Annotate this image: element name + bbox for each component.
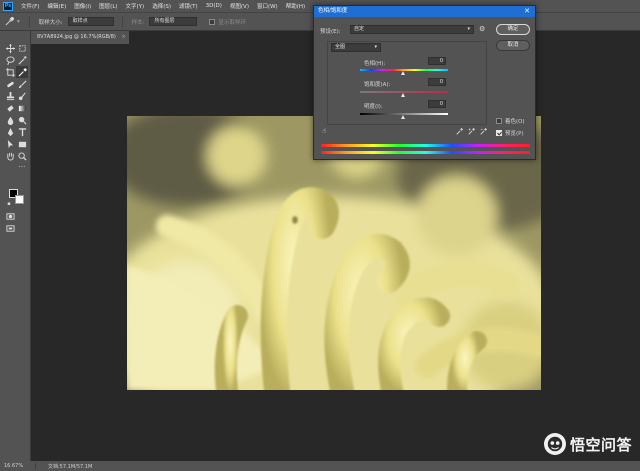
tool-preset-dropdown-icon[interactable]: ▾ [17, 19, 20, 25]
dialog-title-bar[interactable]: 色相/饱和度 ✕ [314, 6, 535, 17]
hue-value-field[interactable]: 0 [428, 57, 446, 65]
chevron-down-icon: ▾ [467, 26, 470, 32]
dialog-title: 色相/饱和度 [318, 8, 348, 14]
photoshop-logo: Ps [3, 1, 13, 11]
wukong-logo-icon [543, 433, 566, 455]
colorize-label: 着色(O) [505, 119, 525, 125]
preset-label: 预设(E): [320, 29, 341, 35]
menu-type[interactable]: 文字(Y) [122, 2, 149, 10]
menu-filter[interactable]: 滤镜(T) [175, 2, 202, 10]
document-tab-title: 8V7A8924.jpg @ 16.7%(RGB/8) [37, 34, 116, 40]
add-to-sample-eyedropper-icon[interactable] [468, 128, 475, 135]
zoom-level[interactable]: 16.67% [0, 463, 36, 469]
input-color-bar [321, 144, 530, 147]
menu-layer[interactable]: 图层(L) [95, 2, 121, 10]
show-ring-label: 显示取样环 [218, 19, 246, 26]
watermark-text: 悟空问答 [569, 435, 632, 454]
menu-file[interactable]: 文件(F) [17, 2, 43, 10]
magic-wand-icon[interactable] [17, 55, 27, 65]
eraser-tool-icon[interactable] [5, 103, 15, 113]
crop-tool-icon[interactable] [5, 67, 15, 77]
dodge-tool-icon[interactable] [17, 115, 27, 125]
document-tab[interactable]: 8V7A8924.jpg @ 16.7%(RGB/8) × [31, 31, 129, 44]
gradient-tool-icon[interactable] [17, 103, 27, 113]
hand-tool-icon[interactable] [5, 151, 15, 161]
sample-layers-select[interactable]: 所有图层 [149, 17, 198, 26]
background-color-swatch[interactable] [15, 195, 24, 204]
more-tools-icon[interactable]: ··· [17, 162, 27, 172]
quick-mask-icon[interactable] [5, 211, 15, 221]
hue-saturation-dialog: 色相/饱和度 ✕ 预设(E): 自定 ▾ ⚙ 确定 取消 全图 ▾ 色相(H):… [313, 5, 536, 160]
hue-label: 色相(H): [364, 61, 386, 67]
targeted-adjustment-hand-icon[interactable]: ☝ [322, 127, 326, 135]
menu-select[interactable]: 选择(S) [148, 2, 175, 10]
lasso-tool-icon[interactable] [5, 55, 15, 65]
menu-3d[interactable]: 3D(D) [202, 3, 226, 9]
subtract-from-sample-eyedropper-icon[interactable] [480, 128, 487, 135]
eyedropper-tool-icon[interactable] [16, 66, 28, 78]
chevron-down-icon: ▾ [374, 44, 377, 50]
menu-help[interactable]: 帮助(H) [282, 2, 309, 10]
sample-size-select[interactable]: 取样点 [67, 17, 114, 26]
saturation-value-field[interactable]: 0 [428, 78, 446, 86]
cancel-button[interactable]: 取消 [496, 40, 530, 51]
output-color-bar [321, 151, 530, 154]
blur-tool-icon[interactable] [5, 115, 15, 125]
menu-image[interactable]: 图像(I) [70, 2, 95, 10]
close-icon[interactable]: ✕ [524, 6, 530, 17]
preview-checkbox[interactable] [496, 130, 502, 136]
preset-select[interactable]: 自定 ▾ [350, 25, 474, 34]
channel-select[interactable]: 全图 ▾ [331, 43, 381, 52]
move-tool-icon[interactable] [5, 43, 15, 53]
document-size: 文档:57.1M/57.1M [48, 463, 93, 470]
watermark: 悟空问答 [543, 433, 632, 455]
saturation-slider-thumb[interactable] [401, 93, 405, 97]
history-brush-icon[interactable] [17, 91, 27, 101]
menu-edit[interactable]: 编辑(E) [43, 2, 70, 10]
artboard-tool-icon[interactable] [17, 43, 27, 53]
screen-mode-icon[interactable] [5, 223, 15, 233]
close-tab-icon[interactable]: × [121, 31, 125, 44]
sample-layers-label: 样本: [131, 19, 145, 26]
sample-size-label: 取样大小: [38, 19, 63, 26]
colorize-checkbox[interactable] [496, 118, 502, 124]
saturation-label: 饱和度(A): [364, 82, 391, 88]
pen-tool-icon[interactable] [5, 127, 15, 137]
healing-brush-icon[interactable] [5, 79, 15, 89]
brush-tool-icon[interactable] [17, 79, 27, 89]
hue-slider-thumb[interactable] [401, 71, 405, 75]
zoom-tool-icon[interactable] [17, 151, 27, 161]
rectangle-tool-icon[interactable] [17, 139, 27, 149]
lightness-slider-thumb[interactable] [401, 115, 405, 119]
preset-options-gear-icon[interactable]: ⚙ [479, 25, 485, 33]
tools-panel: ··· ▪ [0, 31, 31, 461]
options-divider [121, 15, 123, 28]
lightness-value-field[interactable]: 0 [428, 100, 446, 108]
lightness-label: 明度(I): [364, 104, 383, 110]
menu-view[interactable]: 视图(V) [226, 2, 253, 10]
path-selection-icon[interactable] [5, 139, 15, 149]
eyedropper-icon[interactable] [456, 128, 463, 135]
ok-button[interactable]: 确定 [496, 24, 530, 35]
clone-stamp-icon[interactable] [5, 91, 15, 101]
preset-value: 自定 [354, 26, 365, 32]
options-divider [28, 15, 30, 28]
type-tool-icon[interactable] [17, 127, 27, 137]
menu-window[interactable]: 窗口(W) [253, 2, 282, 10]
preview-label: 预览(P) [505, 131, 524, 137]
default-colors-icon[interactable]: ▪ [4, 199, 14, 209]
channel-value: 全图 [335, 44, 346, 50]
show-ring-checkbox[interactable] [209, 18, 216, 25]
eyedropper-icon[interactable] [4, 17, 14, 27]
status-bar: 16.67% 文档:57.1M/57.1M [0, 461, 640, 471]
